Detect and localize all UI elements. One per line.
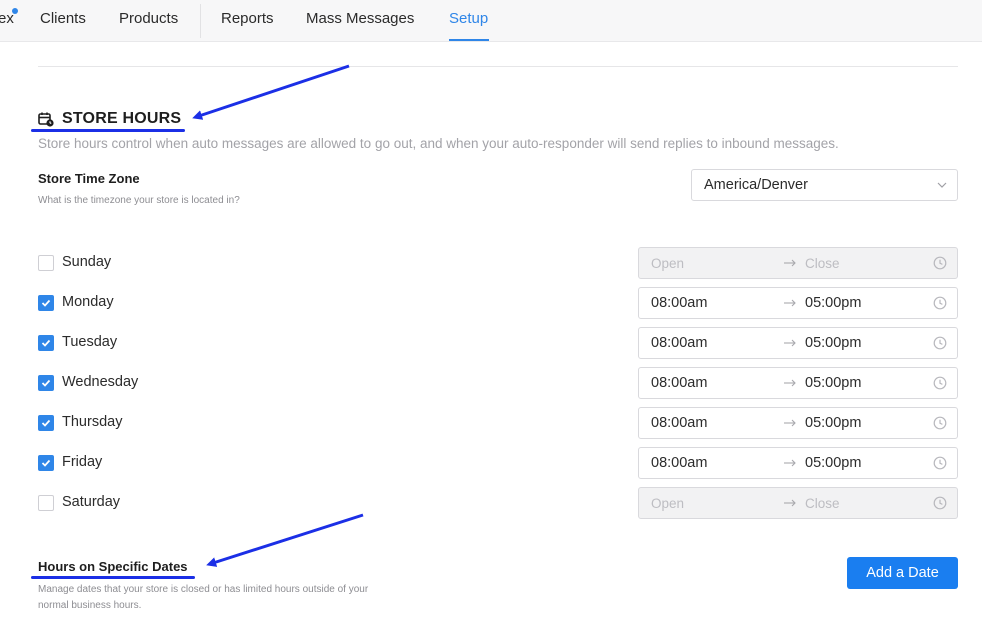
clock-icon	[933, 376, 947, 390]
day-row-thursday: Thursday 08:00am 05:00pm	[38, 407, 958, 439]
store-hours-heading: STORE HOURS	[38, 110, 181, 128]
open-time[interactable]: 08:00am	[651, 415, 707, 431]
close-time[interactable]: 05:00pm	[805, 375, 861, 391]
annotation-underline	[31, 129, 185, 132]
arrow-right-icon	[784, 419, 796, 427]
arrow-right-icon	[784, 299, 796, 307]
close-time: Close	[805, 496, 840, 511]
open-time[interactable]: 08:00am	[651, 295, 707, 311]
day-checkbox[interactable]	[38, 295, 54, 311]
arrow-right-icon	[784, 499, 796, 507]
notification-dot	[12, 8, 18, 14]
check-icon	[41, 339, 51, 347]
nav-item-setup[interactable]: Setup	[449, 10, 488, 27]
day-label: Tuesday	[62, 334, 118, 350]
clock-icon	[933, 496, 947, 510]
day-row-wednesday: Wednesday 08:00am 05:00pm	[38, 367, 958, 399]
clock-icon	[933, 336, 947, 350]
clock-icon	[933, 296, 947, 310]
timezone-value: America/Denver	[704, 177, 808, 193]
specific-dates-label: Hours on Specific Dates	[38, 559, 188, 574]
nav-item-products[interactable]: Products	[119, 10, 178, 27]
day-label: Sunday	[62, 254, 112, 270]
day-label: Monday	[62, 294, 114, 310]
close-time[interactable]: 05:00pm	[805, 415, 861, 431]
arrow-right-icon	[784, 379, 796, 387]
annotation-arrow-store-hours	[192, 64, 350, 120]
close-time[interactable]: 05:00pm	[805, 335, 861, 351]
check-icon	[41, 459, 51, 467]
arrow-right-icon	[784, 339, 796, 347]
check-icon	[41, 379, 51, 387]
day-checkbox[interactable]	[38, 335, 54, 351]
check-icon	[41, 299, 51, 307]
active-tab-indicator	[449, 39, 489, 41]
clock-icon	[933, 416, 947, 430]
day-label: Thursday	[62, 414, 123, 430]
clock-icon	[933, 256, 947, 270]
day-row-tuesday: Tuesday 08:00am 05:00pm	[38, 327, 958, 359]
nav-item-reports[interactable]: Reports	[221, 10, 274, 27]
timezone-help: What is the timezone your store is locat…	[38, 195, 240, 206]
close-time: Close	[805, 256, 840, 271]
open-time[interactable]: 08:00am	[651, 375, 707, 391]
close-time[interactable]: 05:00pm	[805, 295, 861, 311]
day-label: Saturday	[62, 494, 121, 510]
open-time[interactable]: 08:00am	[651, 335, 707, 351]
check-icon	[41, 419, 51, 427]
section-divider	[38, 66, 958, 67]
time-range-picker: Open Close	[638, 487, 958, 519]
arrow-right-icon	[784, 459, 796, 467]
open-time[interactable]: 08:00am	[651, 455, 707, 471]
annotation-underline	[31, 576, 195, 579]
close-time[interactable]: 05:00pm	[805, 455, 861, 471]
time-range-picker[interactable]: 08:00am 05:00pm	[638, 407, 958, 439]
section-description: Store hours control when auto messages a…	[38, 136, 839, 151]
day-checkbox[interactable]	[38, 455, 54, 471]
specific-dates-help-line1: Manage dates that your store is closed o…	[38, 584, 369, 595]
day-row-saturday: Saturday Open Close	[38, 487, 958, 519]
time-range-picker[interactable]: 08:00am 05:00pm	[638, 327, 958, 359]
specific-dates-help-line2: normal business hours.	[38, 600, 142, 611]
day-checkbox[interactable]	[38, 495, 54, 511]
timezone-select[interactable]: America/Denver	[691, 169, 958, 201]
time-range-picker[interactable]: 08:00am 05:00pm	[638, 367, 958, 399]
nav-item-mass-messages[interactable]: Mass Messages	[306, 10, 414, 27]
add-date-button[interactable]: Add a Date	[847, 557, 958, 589]
time-range-picker: Open Close	[638, 247, 958, 279]
day-row-sunday: Sunday Open Close	[38, 247, 958, 279]
time-range-picker[interactable]: 08:00am 05:00pm	[638, 287, 958, 319]
day-checkbox[interactable]	[38, 415, 54, 431]
time-range-picker[interactable]: 08:00am 05:00pm	[638, 447, 958, 479]
open-time: Open	[651, 256, 685, 271]
annotation-arrow-specific-dates	[206, 513, 364, 567]
open-time: Open	[651, 496, 685, 511]
timezone-label: Store Time Zone	[38, 171, 140, 186]
day-label: Friday	[62, 454, 103, 470]
day-row-monday: Monday 08:00am 05:00pm	[38, 287, 958, 319]
top-navigation: ex Clients Products Reports Mass Message…	[0, 0, 982, 42]
calendar-clock-icon	[38, 112, 54, 127]
day-row-friday: Friday 08:00am 05:00pm	[38, 447, 958, 479]
section-title: STORE HOURS	[62, 110, 182, 127]
day-label: Wednesday	[62, 374, 139, 390]
chevron-down-icon	[937, 182, 947, 188]
nav-separator	[200, 4, 201, 38]
arrow-right-icon	[784, 259, 796, 267]
nav-item-clients[interactable]: Clients	[40, 10, 86, 27]
day-checkbox[interactable]	[38, 255, 54, 271]
clock-icon	[933, 456, 947, 470]
day-checkbox[interactable]	[38, 375, 54, 391]
